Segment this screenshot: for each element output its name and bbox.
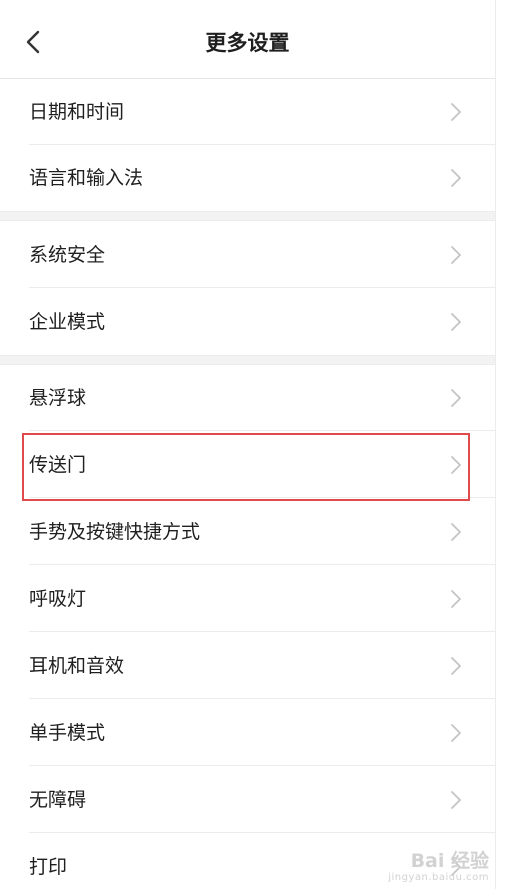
settings-item-label: 单手模式 <box>29 721 106 744</box>
watermark-url: jingyan.baidu.com <box>388 872 489 883</box>
settings-list: 日期和时间 语言和输入法 系统安全 企业模式 悬浮球 传送门 手势及按键快捷方式… <box>0 79 495 889</box>
settings-item-label: 无障碍 <box>29 788 87 811</box>
chevron-right-icon <box>451 245 461 264</box>
settings-item-label: 系统安全 <box>29 243 106 266</box>
section-separator <box>0 355 495 365</box>
chevron-right-icon <box>451 589 461 608</box>
settings-item-label: 悬浮球 <box>29 387 87 409</box>
settings-item-portal[interactable]: 传送门 <box>0 431 495 498</box>
settings-item-one-hand-mode[interactable]: 单手模式 <box>0 699 495 766</box>
chevron-right-icon <box>451 522 461 541</box>
settings-item-enterprise-mode[interactable]: 企业模式 <box>0 288 495 355</box>
page-edge <box>495 0 513 889</box>
chevron-right-icon <box>451 169 461 187</box>
settings-item-label: 打印 <box>29 855 68 878</box>
settings-item-label: 耳机和音效 <box>29 654 125 677</box>
settings-item-floating-ball[interactable]: 悬浮球 <box>0 365 495 431</box>
settings-item-date-time[interactable]: 日期和时间 <box>0 79 495 145</box>
more-settings-screen: 更多设置 日期和时间 语言和输入法 系统安全 企业模式 悬浮球 传送门 手势及按… <box>0 0 513 889</box>
settings-item-breathing-light[interactable]: 呼吸灯 <box>0 565 495 632</box>
settings-item-system-security[interactable]: 系统安全 <box>0 221 495 288</box>
page-title: 更多设置 <box>205 31 290 55</box>
settings-item-label: 呼吸灯 <box>29 587 87 610</box>
settings-item-label: 传送门 <box>29 453 87 476</box>
chevron-right-icon <box>451 389 461 407</box>
watermark: Bai 经验 jingyan.baidu.com <box>388 852 489 883</box>
settings-item-gesture-shortcuts[interactable]: 手势及按键快捷方式 <box>0 498 495 565</box>
chevron-right-icon <box>451 103 461 121</box>
settings-item-label: 手势及按键快捷方式 <box>29 520 201 543</box>
chevron-right-icon <box>451 455 461 474</box>
settings-item-accessibility[interactable]: 无障碍 <box>0 766 495 833</box>
settings-item-headphones-audio[interactable]: 耳机和音效 <box>0 632 495 699</box>
chevron-right-icon <box>451 790 461 809</box>
settings-item-label: 日期和时间 <box>29 101 125 123</box>
section-separator <box>0 211 495 221</box>
settings-item-label: 语言和输入法 <box>29 167 144 189</box>
chevron-right-icon <box>451 723 461 742</box>
top-bar: 更多设置 <box>0 0 513 79</box>
watermark-logo-text: Bai 经验 <box>410 850 489 872</box>
chevron-right-icon <box>451 656 461 675</box>
settings-item-language-input[interactable]: 语言和输入法 <box>0 145 495 211</box>
chevron-right-icon <box>451 312 461 331</box>
settings-item-label: 企业模式 <box>29 310 106 333</box>
